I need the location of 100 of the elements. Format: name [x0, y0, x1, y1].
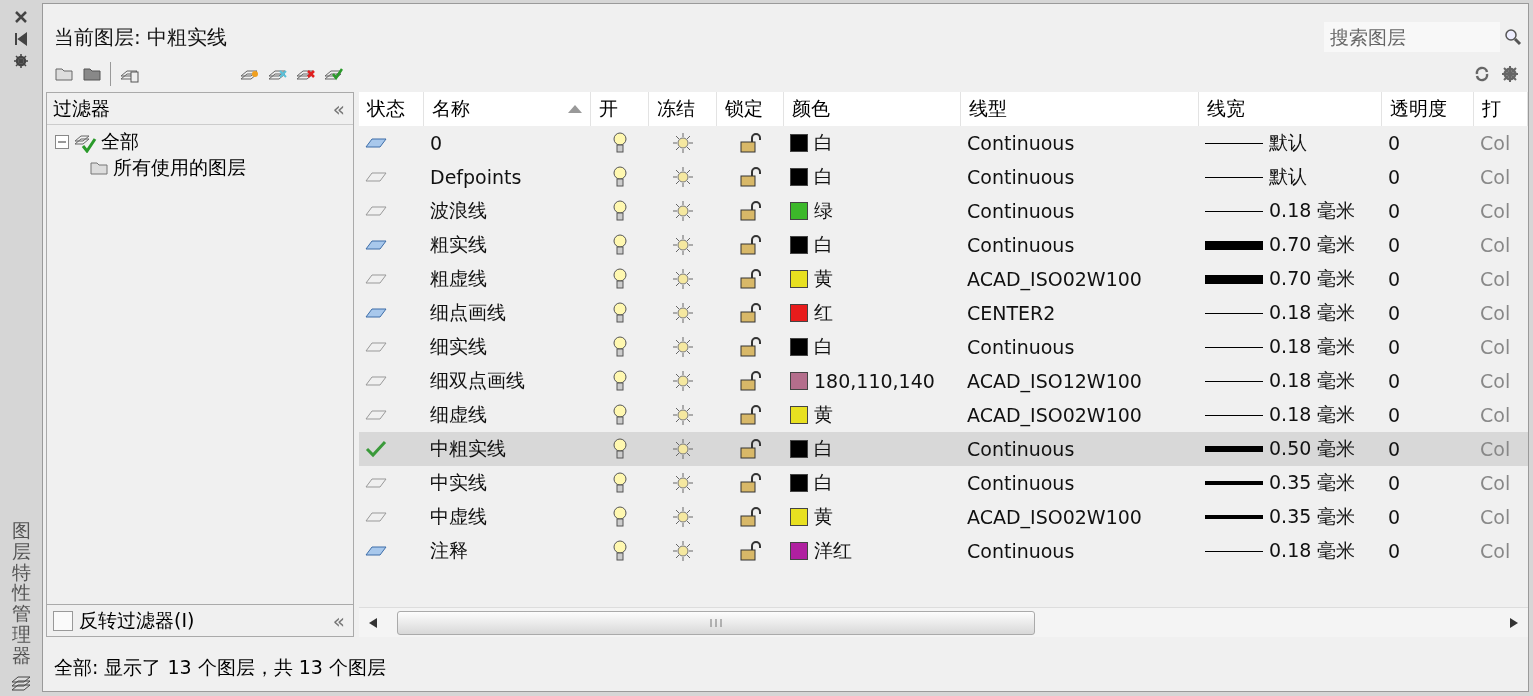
linetype-name: Continuous	[967, 234, 1075, 256]
open-lock-icon[interactable]	[739, 167, 762, 187]
open-lock-icon[interactable]	[739, 303, 762, 323]
layer-name: 粗实线	[430, 232, 487, 257]
column-header[interactable]: 线宽	[1199, 92, 1382, 126]
plot-style: Col	[1480, 438, 1511, 460]
layer-row[interactable]: 粗虚线 黄 ACAD_ISO02W100 0.70 毫米 0 Col	[359, 262, 1528, 296]
invert-checkbox[interactable]	[53, 610, 73, 631]
layer-row[interactable]: 细实线 白 Continuous 0.18 毫米 0 Col	[359, 330, 1528, 364]
lineweight-value: 0.18 毫米	[1269, 300, 1356, 325]
color-name: 白	[814, 334, 833, 359]
lightbulb-icon[interactable]	[613, 166, 627, 188]
sun-icon[interactable]	[672, 404, 694, 426]
sun-icon[interactable]	[672, 200, 694, 222]
scroll-left-icon[interactable]	[369, 617, 377, 628]
color-name: 黄	[814, 504, 833, 529]
column-header[interactable]: 打	[1474, 92, 1528, 126]
open-lock-icon[interactable]	[739, 439, 762, 459]
sun-icon[interactable]	[672, 268, 694, 290]
column-header[interactable]: 状态	[359, 92, 424, 126]
transparency-value: 0	[1388, 166, 1401, 188]
column-header[interactable]: 冻结	[649, 92, 717, 126]
open-lock-icon[interactable]	[739, 269, 762, 289]
settings-icon[interactable]	[13, 53, 29, 69]
transparency-value: 0	[1388, 438, 1401, 460]
lightbulb-icon[interactable]	[613, 540, 627, 562]
sun-icon[interactable]	[672, 336, 694, 358]
open-lock-icon[interactable]	[739, 473, 762, 493]
open-lock-icon[interactable]	[739, 133, 762, 153]
open-lock-icon[interactable]	[739, 405, 762, 425]
lightbulb-icon[interactable]	[613, 336, 627, 358]
lightbulb-icon[interactable]	[613, 506, 627, 528]
layer-row[interactable]: 波浪线 绿 Continuous 0.18 毫米 0 Col	[359, 194, 1528, 228]
sun-icon[interactable]	[672, 438, 694, 460]
lightbulb-icon[interactable]	[613, 438, 627, 460]
search-icon[interactable]	[1504, 28, 1522, 46]
layer-row[interactable]: 细虚线 黄 ACAD_ISO02W100 0.18 毫米 0 Col	[359, 398, 1528, 432]
transparency-value: 0	[1388, 540, 1401, 562]
open-lock-icon[interactable]	[739, 235, 762, 255]
plot-style: Col	[1480, 234, 1511, 256]
sun-icon[interactable]	[672, 506, 694, 528]
tree-item[interactable]: 所有使用的图层	[113, 155, 246, 181]
tree-item[interactable]: 全部	[101, 129, 139, 155]
scrollbar-thumb[interactable]	[397, 610, 1035, 635]
layer-row[interactable]: 细点画线 红 CENTER2 0.18 毫米 0 Col	[359, 296, 1528, 330]
layer-name: 中实线	[430, 470, 487, 495]
scroll-right-icon[interactable]	[1510, 617, 1518, 628]
open-lock-icon[interactable]	[739, 337, 762, 357]
lightbulb-icon[interactable]	[613, 370, 627, 392]
sun-icon[interactable]	[672, 166, 694, 188]
linetype-name: Continuous	[967, 540, 1075, 562]
layer-name: 注释	[430, 538, 468, 563]
plot-style: Col	[1480, 132, 1511, 154]
sun-icon[interactable]	[672, 370, 694, 392]
plot-style: Col	[1480, 404, 1511, 426]
open-lock-icon[interactable]	[739, 541, 762, 561]
column-header[interactable]: 透明度	[1382, 92, 1474, 126]
collapse-button[interactable]: «	[330, 96, 347, 121]
lightbulb-icon[interactable]	[613, 268, 627, 290]
sun-icon[interactable]	[672, 234, 694, 256]
open-lock-icon[interactable]	[739, 507, 762, 527]
layer-row[interactable]: 粗实线 白 Continuous 0.70 毫米 0 Col	[359, 228, 1528, 262]
column-header[interactable]: 名称	[424, 92, 591, 126]
transparency-value: 0	[1388, 132, 1401, 154]
column-header[interactable]: 开	[591, 92, 649, 126]
close-icon[interactable]	[13, 9, 29, 25]
layer-row[interactable]: 中粗实线 白 Continuous 0.50 毫米 0 Col	[359, 432, 1528, 466]
transparency-value: 0	[1388, 268, 1401, 290]
lightbulb-icon[interactable]	[613, 234, 627, 256]
layer-row[interactable]: 中虚线 黄 ACAD_ISO02W100 0.35 毫米 0 Col	[359, 500, 1528, 534]
sun-icon[interactable]	[672, 132, 694, 154]
lineweight-value: 0.18 毫米	[1269, 334, 1356, 359]
search-field[interactable]: 搜索图层	[1324, 22, 1500, 52]
sun-icon[interactable]	[672, 540, 694, 562]
color-name: 白	[814, 130, 833, 155]
column-header[interactable]: 线型	[961, 92, 1199, 126]
column-header[interactable]: 锁定	[717, 92, 784, 126]
sun-icon[interactable]	[672, 472, 694, 494]
collapse-button[interactable]: «	[330, 608, 347, 633]
lightbulb-icon[interactable]	[613, 404, 627, 426]
color-name: 洋红	[814, 538, 852, 563]
open-lock-icon[interactable]	[739, 201, 762, 221]
grip-icon	[709, 617, 723, 628]
settings-icon[interactable]	[1500, 64, 1520, 84]
collapse-toggle-icon[interactable]	[55, 135, 69, 149]
linetype-name: ACAD_ISO02W100	[967, 506, 1142, 528]
layer-row[interactable]: 中实线 白 Continuous 0.35 毫米 0 Col	[359, 466, 1528, 500]
lightbulb-icon[interactable]	[613, 302, 627, 324]
layer-row[interactable]: 0 白 Continuous 默认 0 Col	[359, 126, 1528, 160]
linetype-name: ACAD_ISO02W100	[967, 268, 1142, 290]
layer-row[interactable]: Defpoints 白 Continuous 默认 0 Col	[359, 160, 1528, 194]
layer-row[interactable]: 细双点画线 180,110,140 ACAD_ISO12W100 0.18 毫米 0 Col	[359, 364, 1528, 398]
sun-icon[interactable]	[672, 302, 694, 324]
linetype-name: ACAD_ISO12W100	[967, 370, 1142, 392]
lightbulb-icon[interactable]	[613, 132, 627, 154]
lightbulb-icon[interactable]	[613, 200, 627, 222]
column-header[interactable]: 颜色	[784, 92, 961, 126]
open-lock-icon[interactable]	[739, 371, 762, 391]
lightbulb-icon[interactable]	[613, 472, 627, 494]
layer-row[interactable]: 注释 洋红 Continuous 0.18 毫米 0 Col	[359, 534, 1528, 568]
